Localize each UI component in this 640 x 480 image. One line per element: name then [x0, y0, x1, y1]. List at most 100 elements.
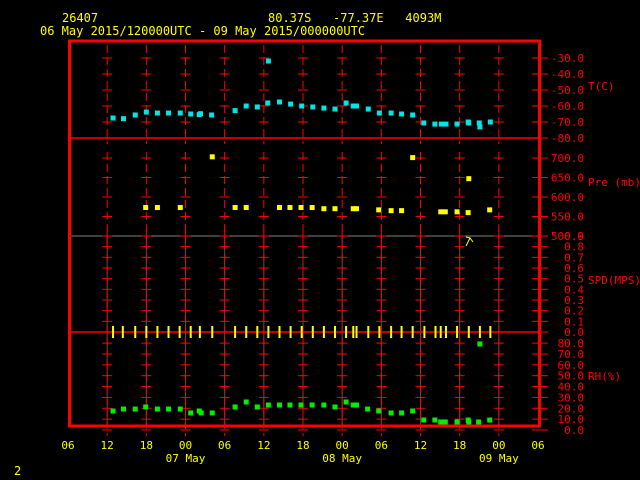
x-tick-label: 06: [531, 439, 544, 452]
wind-barb-calm: [134, 326, 137, 338]
temperature-point: [198, 111, 204, 117]
pressure-point: [277, 205, 282, 211]
temperature-point: [454, 121, 460, 127]
pressure-point: [298, 205, 304, 211]
temperature-point: [399, 111, 405, 117]
temperature-point: [243, 103, 249, 109]
axis-tick-label: 650.0: [551, 172, 584, 185]
wind-barb-calm: [400, 326, 403, 338]
pressure-point: [487, 207, 493, 213]
relative_humidity-point: [265, 402, 271, 408]
temperature-point: [466, 120, 472, 126]
relative_humidity-point: [232, 404, 238, 410]
relative_humidity-point: [154, 406, 160, 412]
temperature-point: [365, 106, 371, 112]
axis-tick-label: -30.0: [551, 52, 584, 65]
temperature-point: [299, 103, 305, 109]
temperature-point: [477, 124, 483, 130]
pressure-point: [209, 154, 215, 160]
wind-barb-calm: [245, 326, 248, 338]
temperature-point: [288, 101, 294, 107]
x-tick-label: 00: [492, 439, 505, 452]
wind-barb-calm: [167, 326, 170, 338]
axis-tick-label: 550.0: [551, 211, 584, 224]
x-tick-label: 00: [336, 439, 349, 452]
relative_humidity-point: [343, 399, 349, 405]
relative_humidity-point: [332, 404, 338, 410]
wind-barb-calm: [289, 326, 292, 338]
relative_humidity-point: [466, 419, 472, 425]
relative_humidity-point: [110, 408, 116, 414]
temperature-point: [132, 112, 138, 118]
pressure-point: [177, 205, 183, 211]
relative_humidity-point: [388, 410, 394, 416]
x-tick-label: 18: [296, 439, 309, 452]
wind-barb-calm: [121, 326, 124, 338]
relative_humidity-point: [132, 406, 138, 412]
axis-tick-label: -70.0: [551, 116, 584, 129]
relative_humidity-point: [277, 402, 282, 408]
axis-label-pressure: Pre (mb): [588, 176, 640, 189]
relative_humidity-point: [298, 402, 304, 408]
wind-barb-calm: [267, 326, 270, 338]
relative_humidity-point: [442, 419, 448, 425]
axis-tick-label: -60.0: [551, 100, 584, 113]
relative_humidity-point: [188, 410, 194, 416]
temperature-point: [443, 121, 449, 127]
pressure-point: [438, 209, 444, 215]
wind-barb-calm: [333, 326, 336, 338]
temperature-point: [166, 110, 172, 116]
wind-barb-calm: [145, 326, 148, 338]
wind-arrow-icon: [465, 236, 474, 247]
relative_humidity-point: [198, 410, 204, 416]
wind-barb-calm: [178, 326, 181, 338]
relative_humidity-point: [421, 417, 427, 423]
relative_humidity-point: [365, 406, 371, 412]
wind-barb-calm: [211, 326, 214, 338]
relative_humidity-point: [166, 406, 172, 412]
relative_humidity-point: [287, 402, 293, 408]
pressure-point: [354, 206, 360, 212]
temperature-point: [487, 119, 493, 125]
temperature-point: [410, 112, 416, 118]
wind-barb-calm: [311, 326, 314, 338]
x-tick-label: 00: [179, 439, 192, 452]
wind-barb-calm: [156, 326, 159, 338]
axis-tick-label: 600.0: [551, 191, 584, 204]
relative_humidity-point: [177, 406, 183, 412]
wind-barb-calm: [378, 326, 381, 338]
temperature-point: [154, 110, 160, 116]
temperature-point: [265, 58, 271, 64]
temperature-point: [265, 100, 271, 106]
date-label: 08 May: [322, 452, 362, 465]
temperature-point: [254, 104, 260, 110]
wind-barb-calm: [322, 326, 325, 338]
wind-barb-calm: [256, 326, 259, 338]
pressure-point: [388, 208, 394, 214]
wind-barb-calm: [478, 326, 481, 338]
x-tick-label: 12: [101, 439, 114, 452]
temperature-point: [321, 105, 327, 111]
temperature-point: [209, 112, 215, 118]
x-tick-label: 18: [140, 439, 153, 452]
pressure-point: [243, 205, 249, 211]
axis-label-relative_humidity: RH(%): [588, 370, 621, 383]
temperature-point: [310, 104, 316, 110]
axis-tick-label: 0.0: [564, 424, 584, 437]
temperature-point: [232, 108, 238, 114]
relative_humidity-point: [354, 402, 360, 408]
relative_humidity-point: [254, 404, 260, 410]
axis-label-temperature: T(C): [588, 80, 615, 93]
relative_humidity-point: [243, 399, 249, 405]
wind-barb-calm: [345, 326, 348, 338]
wind-barb-calm: [367, 326, 370, 338]
relative_humidity-point: [410, 408, 416, 414]
relative_humidity-point: [399, 410, 405, 416]
wind-barb-calm: [390, 326, 393, 338]
relative_humidity-point: [454, 419, 460, 425]
pressure-point: [287, 205, 293, 211]
wind-barb-calm: [489, 326, 492, 338]
temperature-point: [421, 120, 427, 126]
pressure-point: [376, 207, 382, 213]
pressure-point: [465, 210, 471, 216]
